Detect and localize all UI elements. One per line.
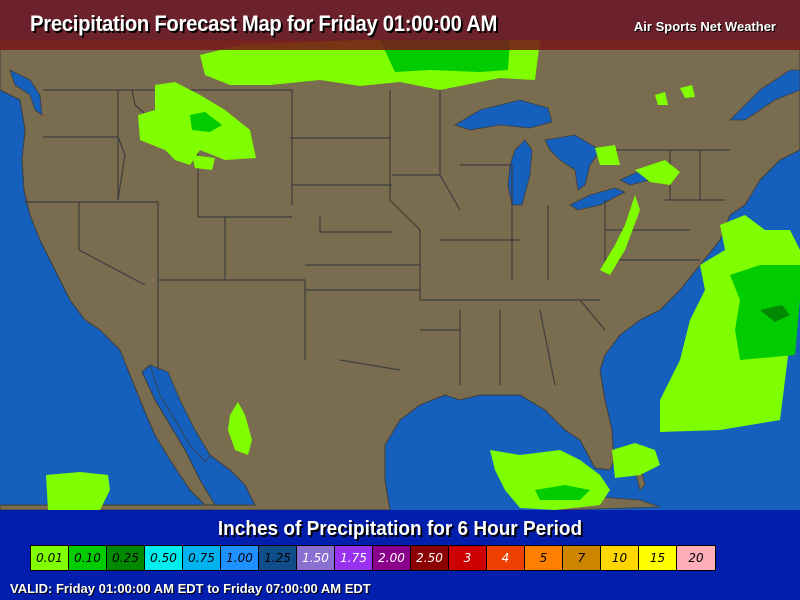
header-bar: Precipitation Forecast Map for Friday 01… — [0, 0, 800, 50]
legend-swatch: 4 — [487, 546, 525, 570]
legend-title: Inches of Precipitation for 6 Hour Perio… — [217, 518, 583, 540]
color-scale: 0.01 0.10 0.25 0.50 0.75 1.00 1.25 1.50 1.75 2.00… — [30, 545, 716, 571]
legend-swatch: 3 — [449, 546, 487, 570]
legend-swatch: 0.10 — [69, 546, 107, 570]
brand-label: Air Sports Net Weather — [633, 19, 776, 34]
legend-swatch: 0.75 — [183, 546, 221, 570]
precip-pacific — [46, 472, 110, 510]
legend-swatch: 7 — [563, 546, 601, 570]
legend-swatch: 0.25 — [107, 546, 145, 570]
legend-swatch: 1.50 — [297, 546, 335, 570]
legend-panel: Inches of Precipitation for 6 Hour Perio… — [0, 510, 800, 600]
legend-swatch: 0.01 — [31, 546, 69, 570]
valid-period: VALID: Friday 01:00:00 AM EDT to Friday … — [10, 581, 371, 596]
legend-swatch: 1.75 — [335, 546, 373, 570]
legend-swatch: 5 — [525, 546, 563, 570]
legend-swatch: 2.00 — [373, 546, 411, 570]
legend-swatch: 2.50 — [411, 546, 449, 570]
legend-swatch: 1.00 — [221, 546, 259, 570]
legend-swatch: 1.25 — [259, 546, 297, 570]
legend-swatch: 20 — [677, 546, 715, 570]
legend-swatch: 15 — [639, 546, 677, 570]
legend-swatch: 0.50 — [145, 546, 183, 570]
map-title: Precipitation Forecast Map for Friday 01… — [30, 11, 498, 36]
legend-swatch: 10 — [601, 546, 639, 570]
